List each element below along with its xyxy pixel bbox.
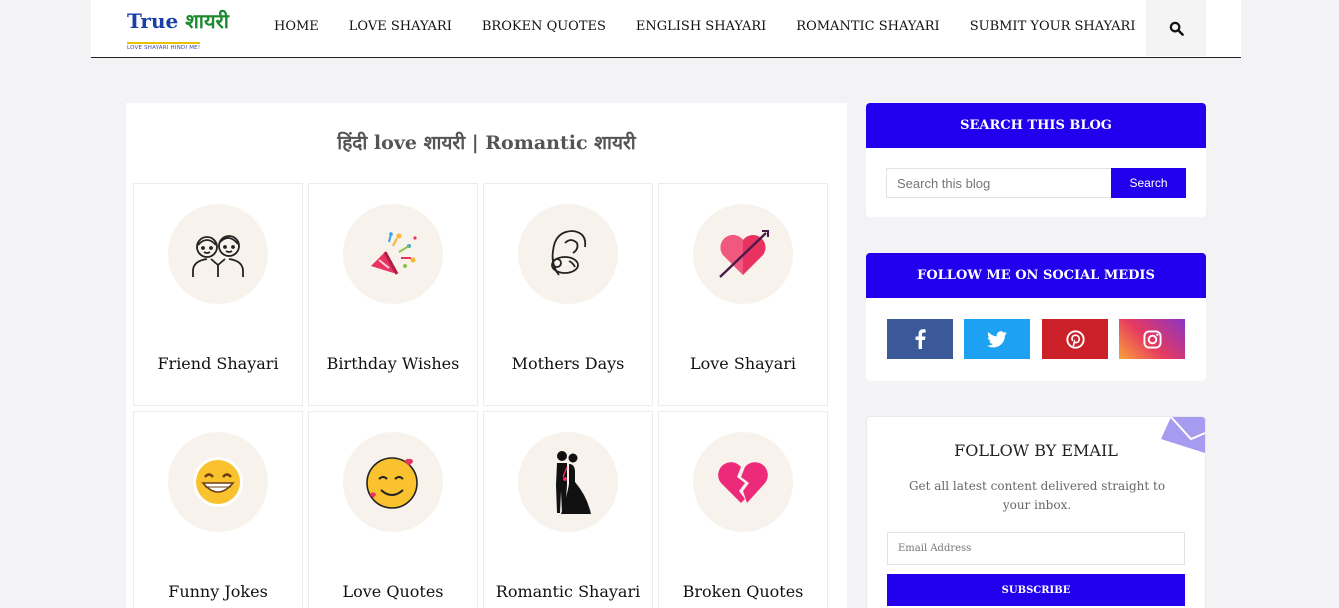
- category-label: Love Shayari: [690, 354, 796, 373]
- category-tile-broken[interactable]: Broken Quotes: [658, 411, 828, 608]
- facebook-icon: [915, 329, 926, 349]
- twitter-icon: [987, 330, 1007, 347]
- email-widget-title: FOLLOW BY EMAIL: [954, 441, 1118, 460]
- category-tile-mothers[interactable]: Mothers Days: [483, 183, 653, 406]
- instagram-link[interactable]: [1119, 319, 1185, 359]
- couple-icon: [556, 451, 591, 514]
- category-label: Mothers Days: [511, 354, 625, 373]
- instagram-icon: [1142, 329, 1162, 349]
- nav-love-shayari[interactable]: LOVE SHAYARI: [349, 19, 452, 34]
- email-widget: FOLLOW BY EMAIL Get all latest content d…: [866, 416, 1206, 608]
- nav-submit-shayari[interactable]: SUBMIT YOUR SHAYARI: [970, 19, 1136, 34]
- logo-text-en: True: [127, 9, 179, 33]
- header-search-button[interactable]: [1146, 0, 1206, 56]
- facebook-link[interactable]: [887, 319, 953, 359]
- category-tile-funny[interactable]: Funny Jokes: [133, 411, 303, 608]
- twitter-link[interactable]: [964, 319, 1030, 359]
- nav-home[interactable]: HOME: [274, 19, 319, 34]
- category-tile-friend[interactable]: Friend Shayari: [133, 183, 303, 406]
- category-icon-circle: [693, 432, 793, 532]
- broken-heart-icon: [718, 462, 768, 503]
- category-tile-birthday[interactable]: Birthday Wishes: [308, 183, 478, 406]
- category-icon-circle: [693, 204, 793, 304]
- subscribe-button[interactable]: SUBSCRIBE: [887, 574, 1185, 606]
- nav-romantic-shayari[interactable]: ROMANTIC SHAYARI: [796, 19, 939, 34]
- category-tile-romantic[interactable]: Romantic Shayari: [483, 411, 653, 608]
- category-label: Funny Jokes: [168, 582, 268, 601]
- logo-text-hi: शायरी: [185, 9, 229, 33]
- category-label: Broken Quotes: [682, 582, 804, 601]
- search-widget-title: SEARCH THIS BLOG: [866, 103, 1206, 148]
- social-widget-title: FOLLOW ME ON SOCIAL MEDIS: [866, 253, 1206, 298]
- search-widget: SEARCH THIS BLOG Search: [866, 103, 1206, 217]
- party-popper-icon: [371, 232, 417, 275]
- category-label: Love Quotes: [342, 582, 444, 601]
- smiling-face-hearts-icon: [366, 457, 418, 509]
- nav-english-shayari[interactable]: ENGLISH SHAYARI: [636, 19, 766, 34]
- category-icon-circle: [518, 432, 618, 532]
- email-field[interactable]: [887, 532, 1185, 565]
- logo-tagline: LOVE SHAYARI HINDI ME!: [127, 42, 201, 51]
- search-input[interactable]: [886, 168, 1112, 198]
- site-logo[interactable]: True शायरी LOVE SHAYARI HINDI ME!: [127, 8, 229, 51]
- category-tile-love[interactable]: Love Shayari: [658, 183, 828, 406]
- category-panel: हिंदी love शायरी | Romantic शायरी Friend…: [126, 103, 847, 608]
- search-icon: [1169, 21, 1184, 36]
- category-tile-love-quotes[interactable]: Love Quotes: [308, 411, 478, 608]
- category-label: Romantic Shayari: [495, 582, 641, 601]
- pinterest-icon: [1065, 329, 1085, 349]
- category-icon-circle: [168, 204, 268, 304]
- category-icon-circle: [168, 432, 268, 532]
- site-header: True शायरी LOVE SHAYARI HINDI ME! HOME L…: [91, 0, 1241, 58]
- category-icon-circle: [518, 204, 618, 304]
- category-label: Birthday Wishes: [326, 354, 460, 373]
- search-button[interactable]: Search: [1111, 168, 1186, 198]
- friends-icon: [192, 235, 244, 277]
- category-icon-circle: [343, 204, 443, 304]
- main-nav: HOME LOVE SHAYARI BROKEN QUOTES ENGLISH …: [274, 0, 1165, 52]
- page-title: हिंदी love शायरी | Romantic शायरी: [337, 132, 636, 154]
- mother-child-icon: [551, 230, 587, 276]
- social-widget: FOLLOW ME ON SOCIAL MEDIS: [866, 253, 1206, 381]
- nav-broken-quotes[interactable]: BROKEN QUOTES: [482, 19, 606, 34]
- pinterest-link[interactable]: [1042, 319, 1108, 359]
- category-icon-circle: [343, 432, 443, 532]
- grin-face-icon: [193, 457, 243, 507]
- heart-arrow-icon: [719, 230, 769, 278]
- email-widget-description: Get all latest content delivered straigh…: [908, 479, 1166, 512]
- category-label: Friend Shayari: [157, 354, 279, 373]
